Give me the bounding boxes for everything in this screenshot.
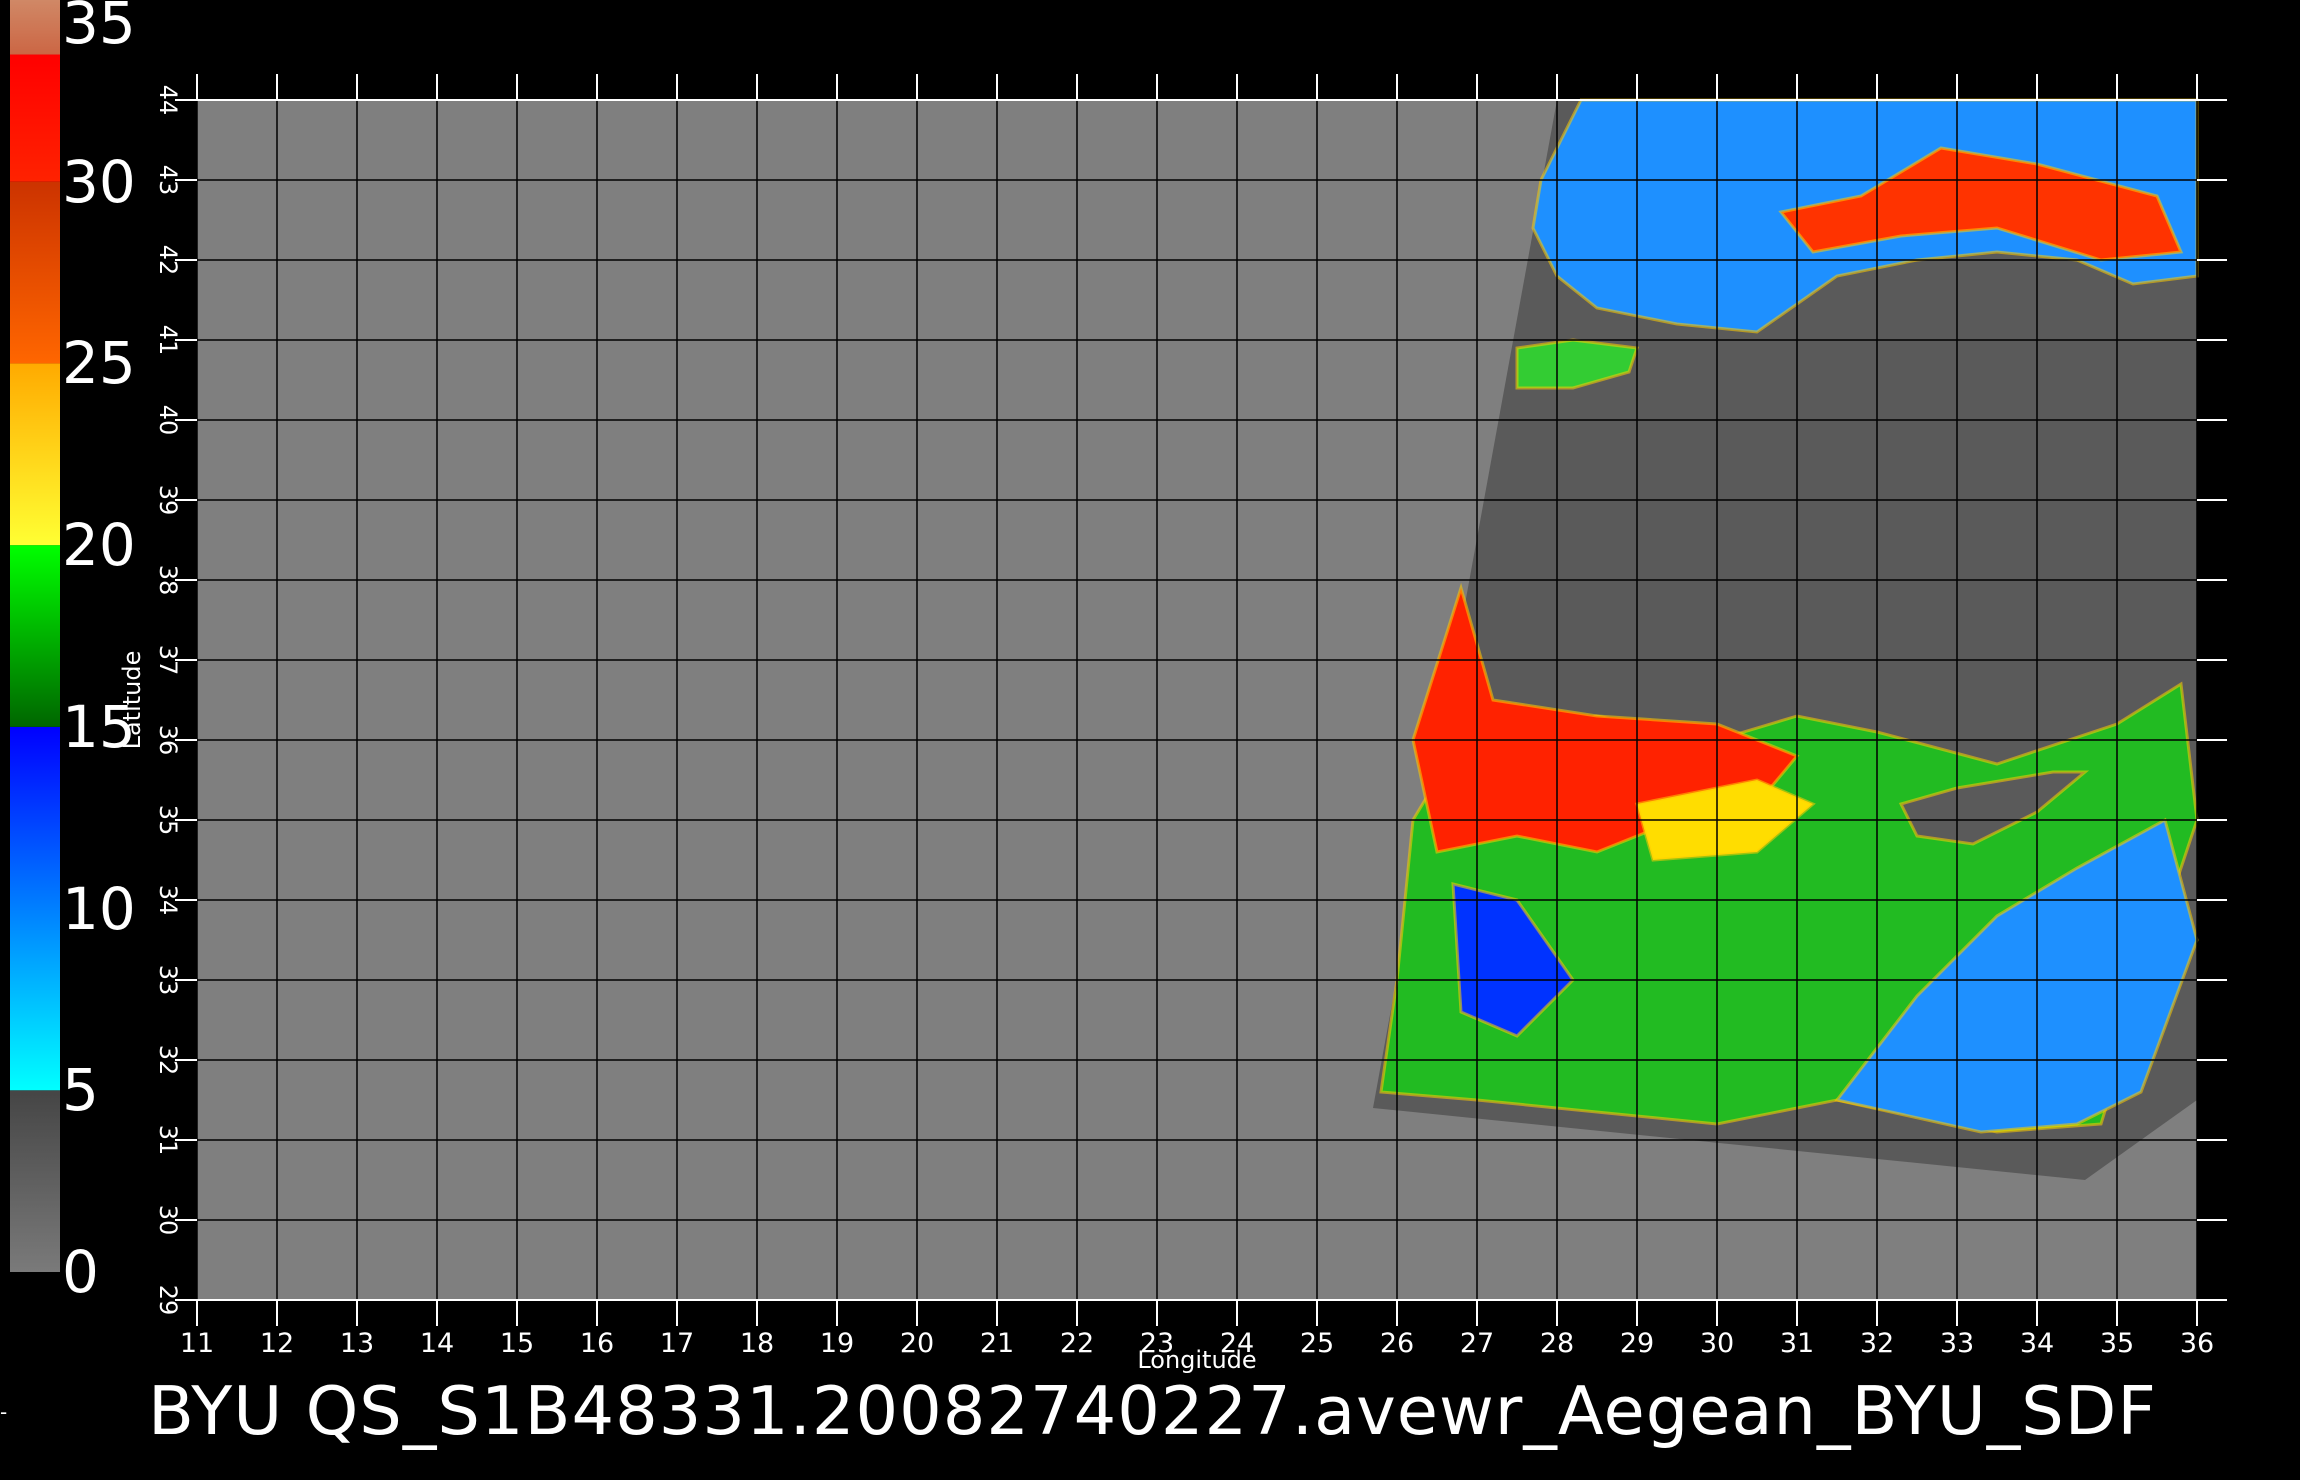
y-tick-label: 36 [154,725,182,756]
x-tick-label: 27 [1460,1328,1494,1359]
y-tick-label: 29 [154,1285,182,1316]
colorbar-segment [10,726,60,1091]
y-tick-label: 39 [154,485,182,516]
colorbar-label: 30 [62,147,136,216]
colorbar-segment [10,54,60,182]
y-tick-label: 32 [154,1045,182,1076]
y-tick-label: 40 [154,405,182,436]
y-tick-label: 33 [154,965,182,996]
colorbar-label: 5 [62,1056,99,1125]
wind-map: 11 12 13 14 15 16 17 18 19 20 21 22 23 24 25 26 27 28 29 30… [10,0,2227,1374]
map-title: BYU QS_S1B48331.20082740227.avewr_Aegean… [148,1372,2157,1450]
x-tick-label: 25 [1300,1328,1334,1359]
x-tick-label: 15 [500,1328,534,1359]
x-tick-label: 35 [2100,1328,2134,1359]
colorbar-label: 25 [62,329,136,398]
x-tick-label: 29 [1620,1328,1654,1359]
x-tick-label: 36 [2180,1328,2214,1359]
y-tick-label: 31 [154,1125,182,1156]
y-tick-label: 34 [154,885,182,916]
colorbar-label: 15 [62,692,136,761]
x-tick-label: 26 [1380,1328,1414,1359]
x-tick-label: 33 [1940,1328,1974,1359]
colorbar-label: 35 [62,0,136,57]
x-tick-label: 12 [260,1328,294,1359]
x-tick-label: 16 [580,1328,614,1359]
x-tick-label: 11 [180,1328,214,1359]
plot-area: 11 12 13 14 15 16 17 18 19 20 21 22 23 24 25 26 27 28 29 30… [118,74,2227,1374]
y-tick-label: 37 [154,645,182,676]
x-tick-label: 20 [900,1328,934,1359]
colorbar-segment [10,0,60,55]
y-tick-label: 38 [154,565,182,596]
x-axis-label: Longitude [1137,1346,1256,1374]
colorbar-segment [10,1090,60,1272]
y-tick-label: 44 [154,85,182,116]
y-tick-label: 41 [154,325,182,356]
x-tick-label: 18 [740,1328,774,1359]
x-tick-label: 13 [340,1328,374,1359]
y-tick-label: 43 [154,165,182,196]
x-tick-label: 34 [2020,1328,2054,1359]
colorbar-label: 20 [62,511,136,580]
x-tick-label: 32 [1860,1328,1894,1359]
colorbar-label: 10 [62,874,136,943]
x-tick-label: 19 [820,1328,854,1359]
x-tick-label: 30 [1700,1328,1734,1359]
x-tick-label: 14 [420,1328,454,1359]
colorbar-label: 0 [62,1238,99,1306]
colorbar [10,0,60,1272]
colorbar-segment [10,363,60,546]
x-tick-label: 17 [660,1328,694,1359]
edge-mark: - [0,1400,8,1424]
colorbar-segment [10,545,60,727]
x-tick-label: 31 [1780,1328,1814,1359]
y-tick-label: 35 [154,805,182,836]
y-tick-label: 42 [154,245,182,276]
y-tick-label: 30 [154,1205,182,1236]
colorbar-segment [10,181,60,364]
x-tick-label: 22 [1060,1328,1094,1359]
x-tick-label: 21 [980,1328,1014,1359]
x-tick-label: 28 [1540,1328,1574,1359]
